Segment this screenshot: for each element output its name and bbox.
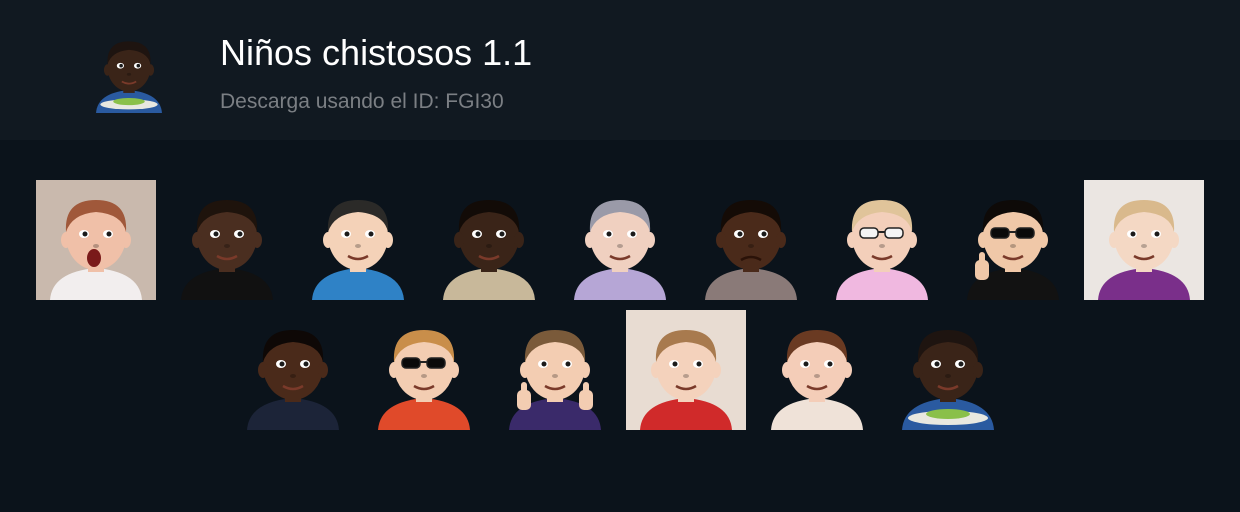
sticker-grid bbox=[0, 140, 1240, 512]
wide-eyed-boy-sticker-icon bbox=[757, 310, 877, 430]
sticker-baby-side-eye[interactable] bbox=[167, 180, 287, 300]
blonde-girl-sticker-icon bbox=[1084, 180, 1204, 300]
boy-eating-salad-sticker-icon bbox=[86, 20, 172, 125]
girl-sunglasses-sticker-icon bbox=[822, 180, 942, 300]
double-thumbs-up-boy-sticker-icon bbox=[495, 310, 615, 430]
redhead-boy-sunglasses-sticker-icon bbox=[364, 310, 484, 430]
serious-boy-sticker-icon bbox=[429, 180, 549, 300]
sticker-baby-purple-shirt[interactable] bbox=[560, 180, 680, 300]
sticker-angry-boy-frown[interactable] bbox=[691, 180, 811, 300]
sticker-boy-eating-salad[interactable] bbox=[888, 310, 1008, 430]
blank-stare-boy-sticker-icon bbox=[233, 310, 353, 430]
smirking-toddler-sticker-icon bbox=[298, 180, 418, 300]
pack-cover-sticker[interactable] bbox=[86, 20, 172, 120]
sticker-girl-white-sunglasses[interactable] bbox=[822, 180, 942, 300]
sticker-boy-blank-stare[interactable] bbox=[233, 310, 353, 430]
sticker-row-1 bbox=[0, 180, 1240, 300]
sticker-boy-wide-eyes[interactable] bbox=[757, 310, 877, 430]
sticker-blonde-girl-stare[interactable] bbox=[1084, 180, 1204, 300]
pack-title: Niños chistosos 1.1 bbox=[220, 32, 533, 73]
sticker-redhead-girl-shocked[interactable] bbox=[36, 180, 156, 300]
side-eye-baby-sticker-icon bbox=[167, 180, 287, 300]
frowning-boy-sticker-icon bbox=[691, 180, 811, 300]
side-smirk-girl-sticker-icon bbox=[625, 310, 746, 430]
sticker-row-2 bbox=[0, 310, 1240, 430]
redhead-girl-sticker-icon bbox=[36, 180, 156, 300]
baby-purple-shirt-sticker-icon bbox=[560, 180, 680, 300]
sticker-redhead-boy-sunglasses-thumb[interactable] bbox=[364, 310, 484, 430]
sticker-girl-side-smirk[interactable] bbox=[625, 310, 746, 430]
pack-download-id: Descarga usando el ID: FGI30 bbox=[220, 90, 504, 113]
sticker-boy-black-sunglasses-thumb[interactable] bbox=[953, 180, 1073, 300]
sticker-boy-serious-look[interactable] bbox=[429, 180, 549, 300]
boy-sunglasses-thumbs-up-sticker-icon bbox=[953, 180, 1073, 300]
sticker-asian-toddler-smirk[interactable] bbox=[298, 180, 418, 300]
pack-header: Niños chistosos 1.1 Descarga usando el I… bbox=[0, 0, 1240, 140]
boy-eating-salad-sticker-icon bbox=[888, 310, 1008, 430]
sticker-boy-double-thumbs-up[interactable] bbox=[495, 310, 615, 430]
